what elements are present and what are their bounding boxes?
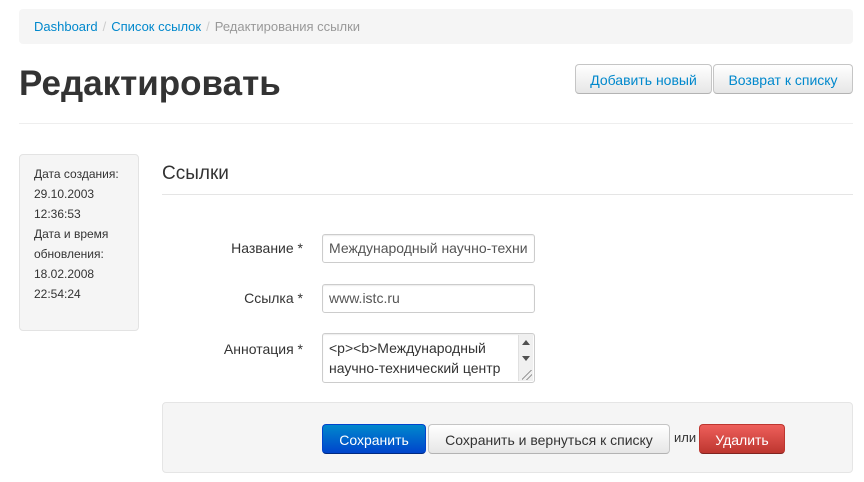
- breadcrumb-current: Редактирования ссылки: [214, 19, 361, 34]
- form-legend: Ссылки: [162, 160, 853, 195]
- breadcrumb-divider: /: [102, 19, 107, 34]
- breadcrumb-divider: /: [206, 19, 210, 34]
- created-date: 29.10.2003: [34, 187, 95, 201]
- annotation-label: Аннотация *: [223, 341, 303, 357]
- updated-label: Дата и время обновления:: [34, 227, 109, 261]
- created-label: Дата создания:: [34, 167, 119, 181]
- link-label: Ссылка *: [244, 290, 303, 306]
- link-input[interactable]: www.istc.ru: [322, 284, 535, 313]
- breadcrumb: Dashboard / Список ссылок / Редактирования с…: [19, 9, 853, 44]
- header-divider: [19, 123, 853, 124]
- name-label: Название *: [231, 240, 303, 256]
- scroll-up-arrow-icon[interactable]: [522, 340, 530, 345]
- or-text: или: [674, 430, 697, 445]
- save-and-back-button[interactable]: Сохранить и вернуться к списку: [428, 424, 670, 454]
- page-title: Редактировать: [19, 64, 281, 103]
- resize-grip-icon[interactable]: [522, 370, 532, 380]
- annotation-line: научно-технический центр: [329, 360, 501, 376]
- annotation-textarea[interactable]: <p><b>Международный научно-технический ц…: [322, 333, 535, 383]
- delete-button[interactable]: Удалить: [699, 424, 785, 454]
- record-info-panel: Дата создания: 29.10.2003 12:36:53 Дата …: [19, 154, 139, 331]
- breadcrumb-link-list-link[interactable]: Список ссылок: [111, 19, 201, 34]
- add-new-button[interactable]: Добавить новый: [575, 64, 712, 94]
- updated-time: 22:54:24: [34, 287, 81, 301]
- back-to-list-button[interactable]: Возврат к списку: [713, 64, 853, 94]
- annotation-line: <p><b>Международный: [329, 340, 486, 356]
- save-button[interactable]: Сохранить: [322, 424, 426, 454]
- name-input[interactable]: Международный научно-техни: [322, 234, 535, 263]
- updated-date: 18.02.2008: [34, 267, 95, 281]
- created-time: 12:36:53: [34, 207, 81, 221]
- scroll-down-arrow-icon[interactable]: [522, 356, 530, 361]
- breadcrumb-dashboard-link[interactable]: Dashboard: [34, 19, 98, 34]
